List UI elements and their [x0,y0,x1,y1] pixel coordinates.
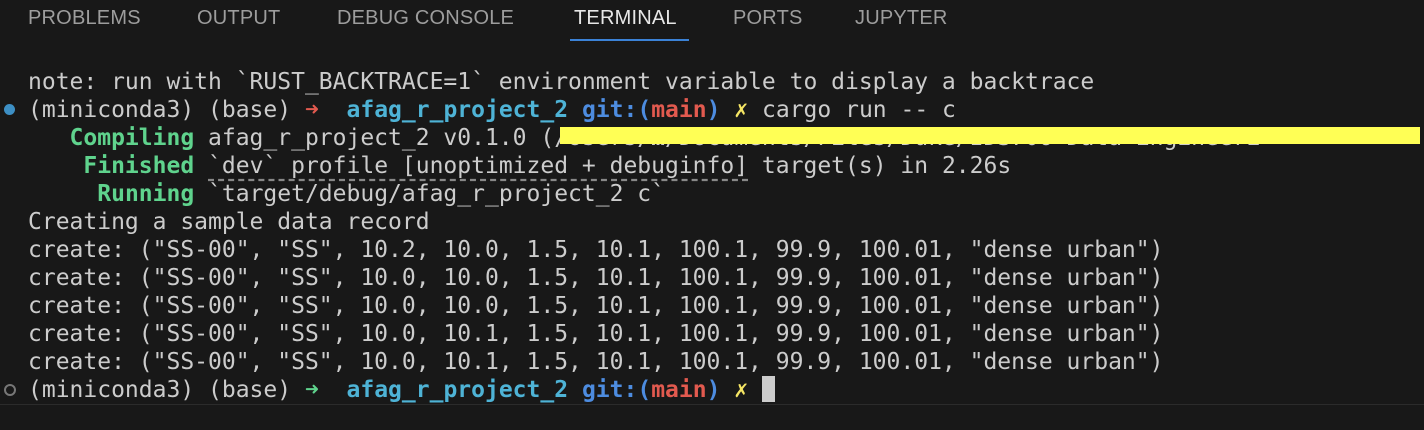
prompt-dirty-icon: ✗ [734,377,749,403]
terminal-line-note: note: run with `RUST_BACKTRACE=1` enviro… [28,69,1095,95]
prompt-dir: afag_r_project_2 [346,97,569,123]
prompt-env: (miniconda3) (base) [28,97,305,123]
active-tab-indicator [570,39,689,41]
prompt-dirty-icon: ✗ [734,97,749,123]
terminal-output-line: create: ("SS-00", "SS", 10.0, 10.1, 1.5,… [28,321,1164,347]
terminal-output-line: create: ("SS-00", "SS", 10.0, 10.1, 1.5,… [28,349,1164,375]
command-pending-decoration-icon[interactable] [4,384,16,396]
tab-terminal[interactable]: TERMINAL [574,7,677,30]
finished-space [194,153,208,179]
cargo-status-running: Running [97,181,195,207]
terminal-output-line: create: ("SS-00", "SS", 10.0, 10.0, 1.5,… [28,265,1164,291]
prompt-branch: main [651,97,707,123]
command-success-decoration-icon[interactable] [4,104,15,115]
redaction-highlight [560,127,1420,144]
running-text: `target/debug/afag_r_project_2 c` [194,181,665,207]
terminal-line-running: Running `target/debug/afag_r_project_2 c… [28,180,1260,208]
tab-debug-console[interactable]: DEBUG CONSOLE [337,7,514,30]
prompt-arrow-icon: ➜ [304,377,319,403]
tab-ports[interactable]: PORTS [733,7,803,30]
terminal-output[interactable]: note: run with `RUST_BACKTRACE=1` enviro… [28,68,1260,404]
divider [0,404,1424,405]
prompt-branch: main [651,377,707,403]
finished-profile[interactable]: `dev` profile [unoptimized + debuginfo] [208,153,748,179]
cargo-status-compiling: Compiling [69,125,195,151]
prompt-command: cargo run -- c [762,97,956,123]
tab-jupyter[interactable]: JUPYTER [855,7,948,30]
cargo-status-finished: Finished [83,153,195,179]
terminal-cursor [762,376,776,402]
prompt-git-label: git:( [581,377,652,403]
finished-text: target(s) in 2.26s [748,153,1012,179]
terminal-output-line: create: ("SS-00", "SS", 10.2, 10.0, 1.5,… [28,237,1164,263]
prompt-git-close: ) [706,97,721,123]
prompt-arrow-icon: ➜ [304,97,319,123]
prompt-git-close: ) [706,377,721,403]
prompt-git-label: git:( [581,97,652,123]
prompt-env: (miniconda3) (base) [28,377,305,403]
tab-output[interactable]: OUTPUT [197,7,280,30]
tab-problems[interactable]: PROBLEMS [28,7,141,30]
terminal-line-prompt: (miniconda3) (base) ➜ afag_r_project_2 g… [28,96,1260,124]
terminal-line-prompt-current: (miniconda3) (base) ➜ afag_r_project_2 g… [28,376,1260,404]
terminal-line-finished: Finished `dev` profile [unoptimized + de… [28,152,1260,180]
prompt-dir: afag_r_project_2 [346,377,569,403]
terminal-output-line: create: ("SS-00", "SS", 10.0, 10.0, 1.5,… [28,293,1164,319]
panel-tabs: PROBLEMS OUTPUT DEBUG CONSOLE TERMINAL P… [0,0,1424,41]
terminal-output-line: Creating a sample data record [28,209,430,235]
